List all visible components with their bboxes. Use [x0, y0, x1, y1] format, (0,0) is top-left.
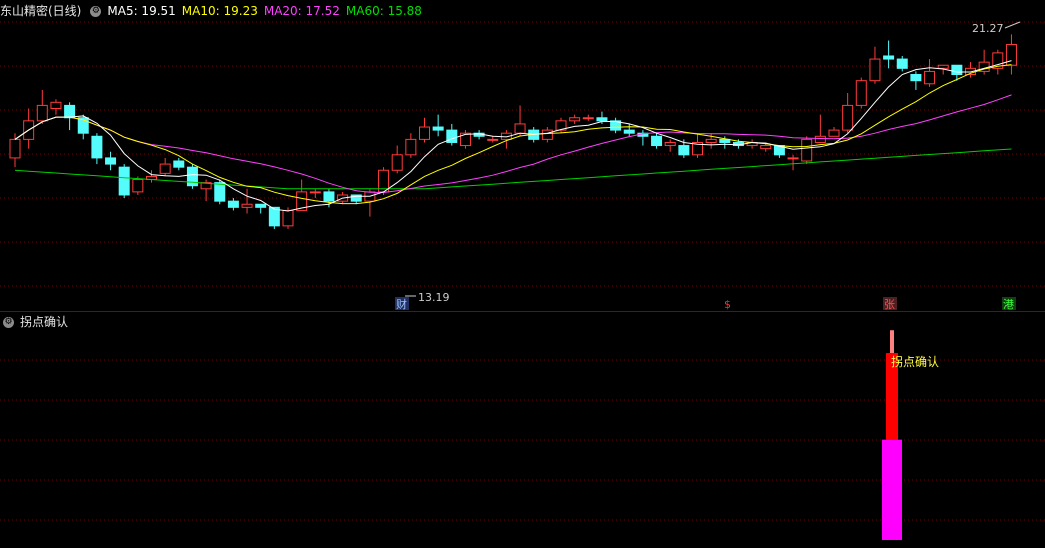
candle-body	[214, 182, 226, 202]
candle-body	[937, 64, 949, 69]
marker-rise-icon[interactable]: 张	[884, 298, 895, 311]
event-markers: 财 $ 张 港	[395, 297, 1016, 311]
candle-body	[951, 64, 963, 76]
candle-body	[309, 191, 321, 194]
candle-body	[227, 200, 239, 208]
indicator-chart[interactable]: 拐点确认	[0, 312, 1045, 548]
candle-body	[241, 203, 253, 208]
candle-body	[814, 135, 826, 143]
candle-body	[118, 166, 130, 196]
candle-body	[255, 203, 267, 208]
candle-body	[787, 157, 799, 160]
candle-body	[801, 138, 813, 162]
candlestick-chart[interactable]: 21.27 13.19 财 $ 张 港	[0, 0, 1045, 312]
high-price-label: 21.27	[972, 22, 1004, 35]
candle-body	[282, 209, 294, 227]
signal-bar-magenta	[882, 439, 902, 540]
indicator-title: 拐点确认	[20, 315, 69, 329]
marker-hk-icon[interactable]: 港	[1003, 298, 1014, 311]
candle-body	[323, 191, 335, 202]
marker-finance-icon[interactable]: 财	[396, 297, 407, 311]
candle-body	[596, 117, 608, 122]
candle-body	[842, 104, 854, 131]
candle-body	[64, 104, 76, 119]
candle-body	[678, 145, 690, 156]
indicator-header: ⚙ 拐点确认	[0, 312, 68, 332]
candle-body	[760, 145, 772, 150]
candle-body	[391, 154, 403, 171]
candle-body	[132, 179, 144, 193]
candle-body	[91, 135, 103, 159]
candle-body	[159, 163, 171, 174]
candle-body	[623, 129, 635, 134]
candle-body	[173, 160, 185, 168]
candle-body	[50, 101, 62, 109]
candle-body	[432, 126, 444, 131]
candle-body	[419, 126, 430, 140]
candle-body	[869, 58, 881, 82]
candle-body	[36, 104, 48, 122]
candle-body	[105, 157, 117, 165]
candle-body	[569, 117, 581, 122]
candle-body	[487, 138, 499, 141]
high-pointer-line	[1004, 21, 1021, 29]
candle-body	[651, 135, 663, 147]
candle-body	[896, 58, 908, 69]
indicator-panel[interactable]: 拐点确认 ⚙ 拐点确认	[0, 312, 1045, 548]
candle-body	[405, 138, 417, 156]
candle-body	[924, 70, 936, 85]
signal-bar-pink	[890, 330, 894, 354]
candle-body	[828, 129, 840, 137]
candle-body	[514, 123, 526, 134]
candle-body	[664, 141, 676, 147]
main-chart-panel[interactable]: 东山精密(日线) ⚙ MA5: 19.51 MA10: 19.23 MA20: 17.5…	[0, 0, 1045, 312]
candle-body	[883, 55, 895, 60]
candle-body	[855, 80, 867, 106]
candle-body	[705, 138, 717, 143]
candle-body	[9, 138, 21, 159]
candle-body	[582, 117, 594, 120]
low-price-label: 13.19	[418, 291, 450, 304]
indicator-gear-icon[interactable]: ⚙	[3, 317, 14, 328]
signal-label: 拐点确认	[891, 354, 939, 369]
marker-dollar-icon[interactable]: $	[724, 298, 731, 311]
candle-body	[541, 129, 553, 140]
candle-body	[910, 74, 922, 82]
